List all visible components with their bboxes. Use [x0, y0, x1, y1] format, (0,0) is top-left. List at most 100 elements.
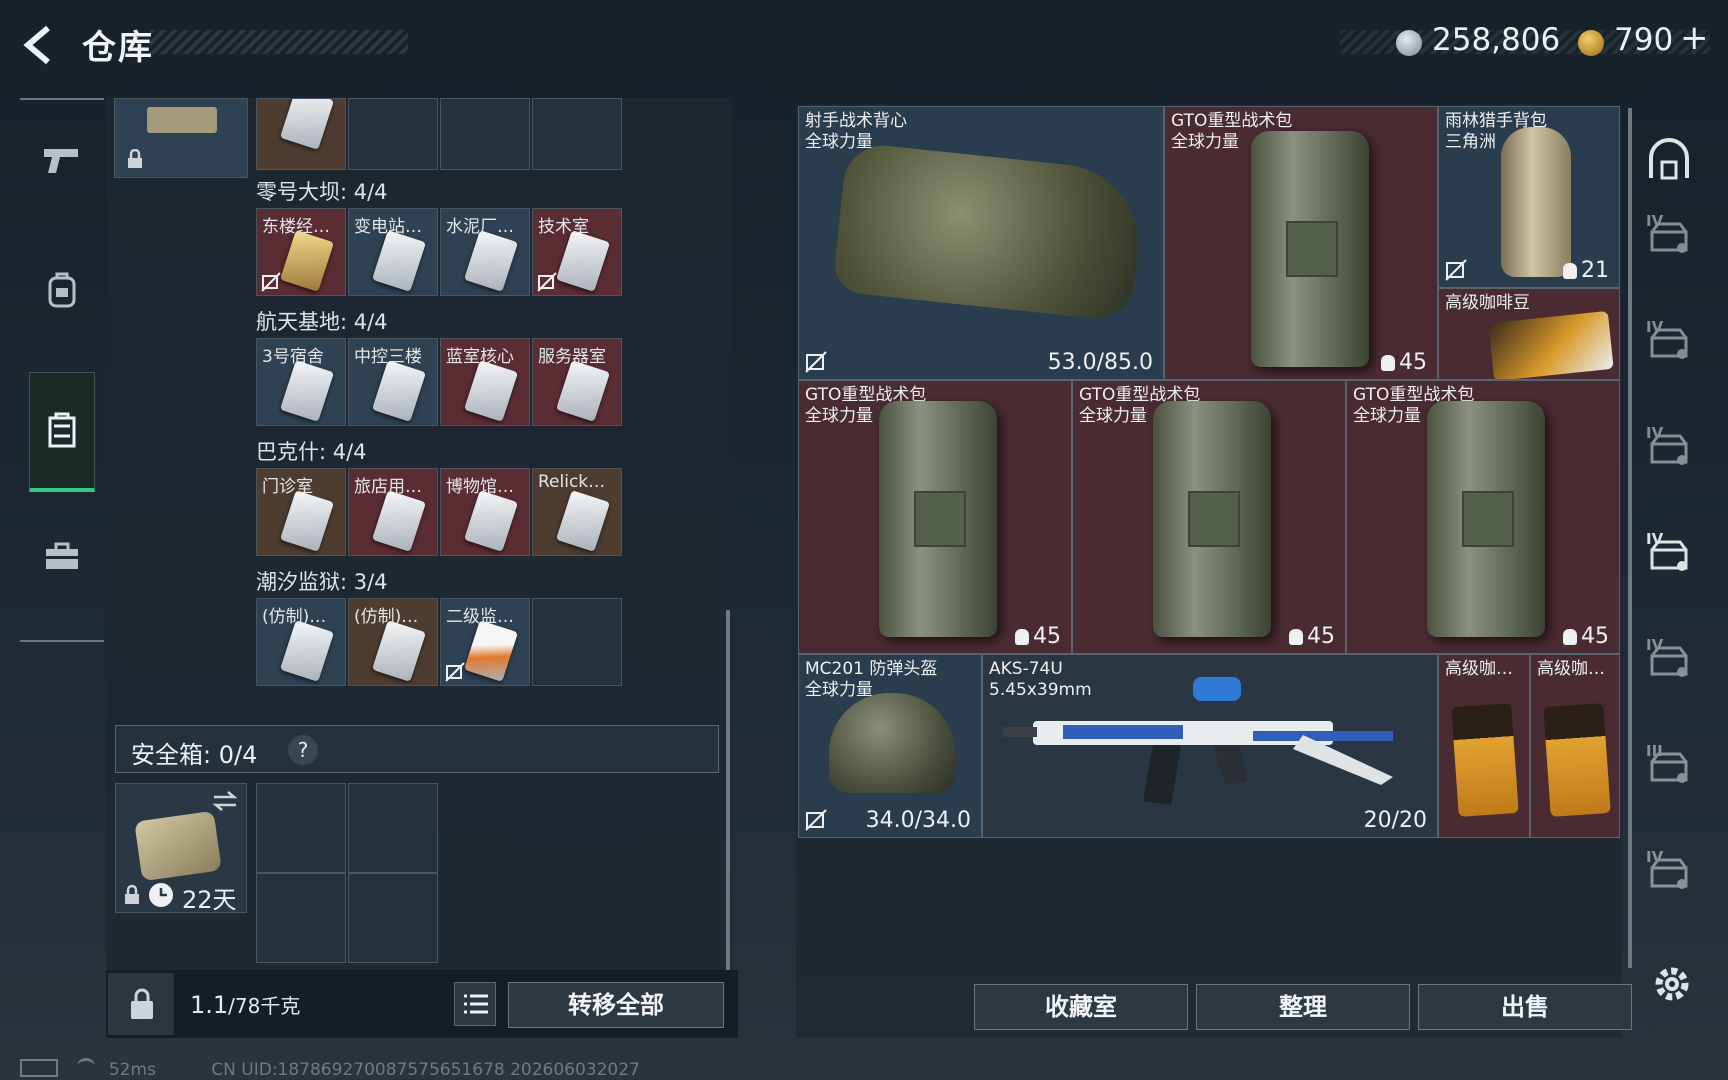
- item-rifle[interactable]: AKS-74U 5.45x39mm 20/20: [982, 654, 1438, 838]
- stash-page-tab[interactable]: III: [1646, 742, 1692, 788]
- key-slot[interactable]: 蓝室核心: [440, 338, 530, 426]
- list-view-button[interactable]: [454, 982, 496, 1026]
- safe-slot[interactable]: [348, 783, 438, 873]
- key-slot[interactable]: 技术室: [532, 208, 622, 296]
- safe-slot[interactable]: [256, 783, 346, 873]
- settings-gear-icon[interactable]: [1650, 962, 1694, 1006]
- back-arrow-icon[interactable]: [18, 22, 64, 68]
- lock-button[interactable]: [108, 973, 174, 1035]
- capacity-value: 45: [1381, 350, 1427, 375]
- backpack-tab[interactable]: [20, 230, 104, 350]
- stash-page-tab[interactable]: IV: [1646, 424, 1692, 470]
- coffee-image: [1488, 310, 1614, 379]
- key-label: Relick…: [538, 472, 606, 492]
- backpack-image: [1153, 401, 1271, 637]
- key-slot[interactable]: 二级监…: [440, 598, 530, 686]
- key-slot[interactable]: (仿制)…: [256, 598, 346, 686]
- item-premium-coffee[interactable]: 高级咖啡豆: [1438, 288, 1620, 380]
- stash-page-tab[interactable]: IV: [1646, 636, 1692, 682]
- safe-slot[interactable]: [348, 873, 438, 963]
- safe-box-image: [134, 810, 222, 882]
- key-slot[interactable]: 水泥厂…: [440, 208, 530, 296]
- capacity-value: 45: [1289, 624, 1335, 649]
- key-slot[interactable]: 旅店用…: [348, 468, 438, 556]
- item-name: 高级咖啡豆: [1445, 293, 1530, 313]
- item-gto-pack[interactable]: GTO重型战术包 全球力量 45: [1072, 380, 1346, 654]
- key-slot[interactable]: Relick…: [532, 468, 622, 556]
- top-partial-item[interactable]: [114, 98, 248, 178]
- no-bind-icon: [261, 272, 281, 292]
- bond-balance: 790: [1614, 22, 1674, 58]
- stash-page-tab[interactable]: IV: [1646, 212, 1692, 258]
- key-label: 服务器室: [538, 347, 606, 367]
- top-empty-slot[interactable]: [348, 98, 438, 170]
- right-scrollbar[interactable]: [1628, 108, 1632, 968]
- key-label: 水泥厂…: [446, 217, 514, 237]
- helmet-image: [829, 693, 955, 793]
- item-gto-pack[interactable]: GTO重型战术包 全球力量 45: [1346, 380, 1620, 654]
- toolbox-tab[interactable]: [20, 496, 104, 616]
- key-slot[interactable]: 变电站…: [348, 208, 438, 296]
- key-slot[interactable]: 3号宿舍: [256, 338, 346, 426]
- help-button[interactable]: ?: [288, 735, 318, 765]
- key-slot[interactable]: 博物馆…: [440, 468, 530, 556]
- key-label: 二级监…: [446, 607, 514, 627]
- item-rainforest-pack[interactable]: 雨林猎手背包 三角洲 21: [1438, 106, 1620, 288]
- item-gto-pack[interactable]: GTO重型战术包 全球力量 45: [1164, 106, 1438, 380]
- keycard-image: [463, 230, 519, 292]
- money-balance: 258,806: [1432, 22, 1561, 58]
- coffee-bag-image: [1543, 703, 1611, 817]
- tier-label: IV: [1646, 212, 1664, 230]
- stash-page-tab[interactable]: IV: [1646, 530, 1692, 576]
- key-slot[interactable]: 东楼经…: [256, 208, 346, 296]
- item-tactical-vest[interactable]: 射手战术背心 全球力量 53.0/85.0: [798, 106, 1164, 380]
- key-label: 旅店用…: [354, 477, 422, 497]
- key-slot[interactable]: 中控三楼: [348, 338, 438, 426]
- safe-slot[interactable]: [256, 873, 346, 963]
- item-helmet[interactable]: MC201 防弹头盔 全球力量 34.0/34.0: [798, 654, 982, 838]
- key-group-title: 航天基地: 4/4: [256, 310, 388, 334]
- key-slot[interactable]: (仿制)…: [348, 598, 438, 686]
- stash-home-tab[interactable]: [1646, 138, 1692, 184]
- weapon-tab[interactable]: [20, 100, 104, 220]
- rifle-image: [1003, 677, 1393, 805]
- container-tab[interactable]: [29, 372, 95, 492]
- transfer-all-button[interactable]: 转移全部: [508, 982, 724, 1028]
- safe-box-label: 安全箱: 0/4: [131, 741, 258, 769]
- left-scrollbar[interactable]: [726, 610, 730, 970]
- left-category-rail: [20, 98, 104, 642]
- stash-page-tab[interactable]: IV: [1646, 848, 1692, 894]
- gold-coin-icon: [1578, 30, 1604, 56]
- keycard-image: [555, 230, 611, 292]
- lock-icon: [128, 149, 142, 168]
- key-label: 东楼经…: [262, 217, 330, 237]
- keycard-image: [555, 490, 611, 552]
- item-name: 高级咖…: [1537, 659, 1605, 679]
- item-premium-coffee[interactable]: 高级咖…: [1438, 654, 1530, 838]
- empty-key-slot[interactable]: [532, 598, 622, 686]
- keycard-image: [279, 490, 335, 552]
- bag-icon: [1289, 629, 1303, 645]
- add-currency-button[interactable]: +: [1680, 18, 1709, 58]
- key-label: 技术室: [538, 217, 589, 237]
- key-slot[interactable]: 门诊室: [256, 468, 346, 556]
- key-slot[interactable]: 服务器室: [532, 338, 622, 426]
- top-empty-slot[interactable]: [440, 98, 530, 170]
- collection-room-button[interactable]: 收藏室: [974, 984, 1188, 1030]
- status-bar: 52ms CN UID:187869270087575651678 202606…: [20, 1058, 640, 1080]
- keycard-image: [463, 360, 519, 422]
- tier-label: IV: [1646, 636, 1664, 654]
- durability-value: 34.0/34.0: [865, 808, 971, 833]
- keycard-image: [463, 490, 519, 552]
- keycard-image: [371, 360, 427, 422]
- top-partial-key[interactable]: [256, 98, 346, 170]
- organize-button[interactable]: 整理: [1196, 984, 1410, 1030]
- keycard-image: [279, 230, 335, 292]
- keycard-image: [371, 230, 427, 292]
- item-gto-pack[interactable]: GTO重型战术包 全球力量 45: [798, 380, 1072, 654]
- sell-button[interactable]: 出售: [1418, 984, 1632, 1030]
- stash-page-tab[interactable]: IV: [1646, 318, 1692, 364]
- item-premium-coffee[interactable]: 高级咖…: [1530, 654, 1620, 838]
- warehouse-icon: [1649, 138, 1689, 180]
- top-empty-slot[interactable]: [532, 98, 622, 170]
